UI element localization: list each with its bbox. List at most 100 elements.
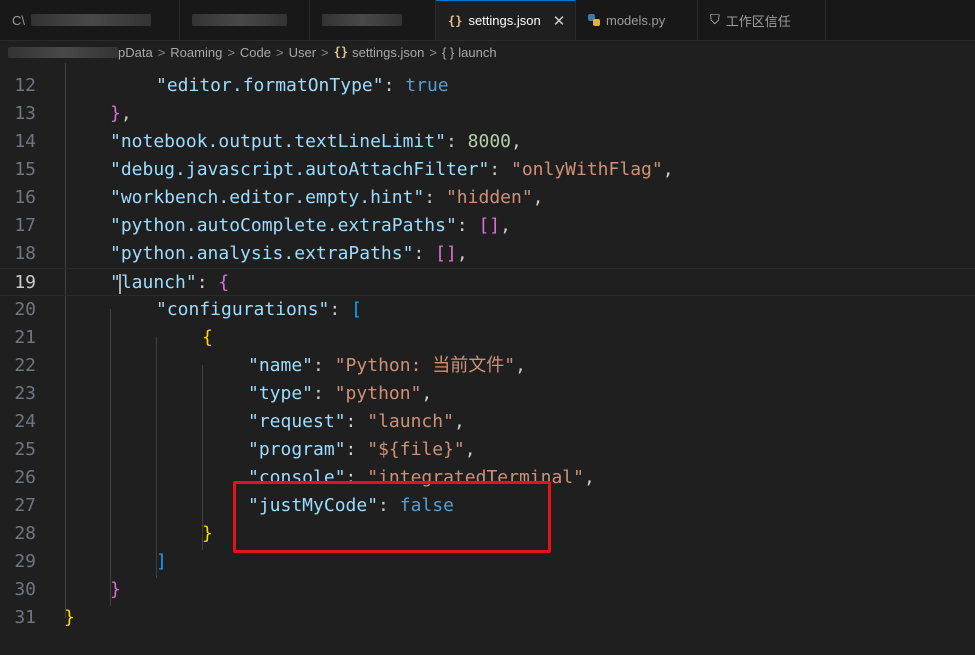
curly-braces-icon: {}	[448, 13, 463, 28]
code-line[interactable]: 31}	[0, 604, 975, 632]
code-line[interactable]: 25 "program": "${file}",	[0, 436, 975, 464]
code-token: {	[202, 327, 213, 348]
code-text: "name": "Python: 当前文件",	[248, 352, 526, 380]
code-line[interactable]: 13},	[0, 100, 975, 128]
breadcrumb-item[interactable]: User	[289, 45, 316, 60]
breadcrumb-item[interactable]: pData	[118, 45, 153, 60]
code-token: :	[456, 215, 479, 236]
code-token: ,	[532, 187, 544, 208]
breadcrumb-redacted[interactable]	[8, 46, 118, 58]
code-token: :	[383, 75, 406, 96]
breadcrumb-label: Roaming	[170, 44, 223, 60]
line-number: 15	[14, 159, 36, 180]
chevron-right-icon: >	[227, 44, 235, 60]
object-icon: { }	[441, 44, 455, 60]
code-text: "editor.formatOnType": true	[156, 72, 449, 100]
code-token: "workbench.editor.empty.hint"	[110, 187, 425, 208]
breadcrumb-item[interactable]: Roaming	[170, 45, 222, 60]
code-text: }	[110, 576, 121, 604]
code-token: :	[413, 243, 436, 264]
annotation-highlight-box	[233, 481, 551, 553]
code-line[interactable]: 30}	[0, 576, 975, 604]
code-token: {	[218, 272, 230, 293]
code-token: }	[110, 103, 121, 124]
code-token: ,	[456, 243, 468, 264]
shield-icon: ⛉	[710, 12, 720, 27]
code-text: }	[202, 520, 213, 548]
code-token: "onlyWithFlag"	[510, 159, 663, 180]
line-number: 23	[14, 383, 36, 404]
line-number: 13	[14, 103, 36, 124]
breadcrumb-label: User	[288, 44, 317, 60]
code-editor[interactable]: 12 "editor.formatOnType": true 13}, 14 "note…	[0, 63, 975, 655]
code-token: :	[313, 355, 335, 376]
code-text: "request": "launch",	[248, 408, 465, 436]
line-number: 30	[14, 579, 36, 600]
code-token: "python"	[334, 383, 422, 404]
line-number: 28	[14, 523, 36, 544]
code-line[interactable]: 23 "type": "python",	[0, 380, 975, 408]
tab-settings-json[interactable]: {} settings.json ✕	[436, 0, 576, 40]
breadcrumb-item[interactable]: {} settings.json	[334, 45, 425, 60]
code-token: "launch"	[110, 272, 197, 293]
code-line[interactable]: 21 {	[0, 324, 975, 352]
code-token: ,	[500, 215, 511, 236]
redacted-text	[31, 14, 151, 26]
code-token: :	[329, 299, 352, 320]
code-token: true	[405, 75, 449, 96]
code-line[interactable]: 14 "notebook.output.textLineLimit": 8000,	[0, 128, 975, 156]
code-line[interactable]: 19 "launch": {	[0, 268, 975, 296]
code-token: ]	[156, 551, 167, 572]
code-line[interactable]: 22 "name": "Python: 当前文件",	[0, 352, 975, 380]
code-line[interactable]: 12 "editor.formatOnType": true	[0, 72, 975, 100]
code-text: "debug.javascript.autoAttachFilter": "on…	[110, 156, 674, 184]
code-line[interactable]: 24 "request": "launch",	[0, 408, 975, 436]
code-token: :	[489, 159, 511, 180]
line-number: 29	[14, 551, 36, 572]
code-line[interactable]: 20 "configurations": [	[0, 296, 975, 324]
breadcrumb-item[interactable]: Code	[240, 45, 271, 60]
line-number: 26	[14, 467, 36, 488]
line-number: 17	[14, 215, 36, 236]
code-line[interactable]: 18 "python.analysis.extraPaths": [],	[0, 240, 975, 268]
breadcrumb-label: settings.json	[352, 44, 425, 60]
line-number: 19	[14, 272, 36, 293]
text-cursor	[119, 274, 121, 294]
code-token: }	[202, 523, 213, 544]
code-text: "launch": {	[110, 269, 229, 297]
breadcrumb-label: launch	[458, 44, 497, 60]
redacted-text	[8, 46, 118, 58]
code-token: "request"	[248, 411, 346, 432]
tab-blurred-3[interactable]	[310, 0, 436, 40]
tab-blurred-2[interactable]	[180, 0, 310, 40]
code-token: ,	[421, 383, 433, 404]
line-number: 21	[14, 327, 36, 348]
code-token: :	[345, 411, 368, 432]
code-token: "debug.javascript.autoAttachFilter"	[110, 159, 490, 180]
close-icon[interactable]: ✕	[553, 12, 566, 30]
breadcrumb: pData > Roaming > Code > User > {} setti…	[0, 41, 975, 63]
code-text: "type": "python",	[248, 380, 432, 408]
code-line[interactable]: 16 "workbench.editor.empty.hint": "hidden…	[0, 184, 975, 212]
code-token: 8000	[467, 131, 511, 152]
tab-models-py[interactable]: models.py	[576, 0, 698, 40]
code-line[interactable]: 15 "debug.javascript.autoAttachFilter": "…	[0, 156, 975, 184]
tab-workspace-trust[interactable]: ⛉ 工作区信任	[698, 0, 826, 40]
code-token: "name"	[248, 355, 314, 376]
code-token: ,	[120, 103, 132, 124]
code-line[interactable]: 17 "python.autoComplete.extraPaths": [],	[0, 212, 975, 240]
breadcrumb-item[interactable]: { } launch	[442, 45, 497, 60]
code-token: [	[351, 299, 362, 320]
code-token: "hidden"	[445, 187, 533, 208]
code-token: []	[435, 243, 457, 264]
code-token: "python.analysis.extraPaths"	[110, 243, 414, 264]
code-token: :	[196, 272, 219, 293]
code-token: :	[424, 187, 446, 208]
code-token: ,	[464, 439, 476, 460]
python-icon	[588, 14, 600, 26]
code-text: "workbench.editor.empty.hint": "hidden",	[110, 184, 544, 212]
code-token: }	[110, 579, 121, 600]
curly-braces-icon: {}	[333, 45, 349, 59]
tab-blurred-1[interactable]: C\	[0, 0, 180, 40]
code-token: ,	[515, 355, 526, 376]
